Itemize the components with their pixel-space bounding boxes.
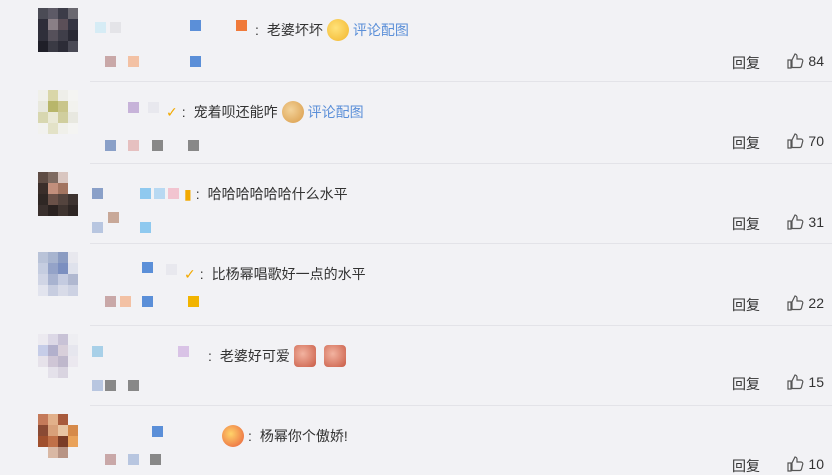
comment-text: 宠着呗还能咋 — [193, 104, 278, 120]
comment-6: : 杨幂你个傲娇! 回复 10 — [0, 406, 832, 475]
meta-mosaic — [142, 296, 153, 307]
comment-image-link[interactable]: 评论配图 — [353, 20, 409, 40]
like-count: 31 — [808, 214, 824, 230]
thumbs-up-icon — [787, 133, 804, 149]
verified-badge-icon: ▮ — [184, 185, 192, 202]
meta-mosaic — [128, 380, 139, 391]
avatar[interactable] — [38, 8, 78, 52]
like-count: 84 — [808, 53, 824, 69]
avatar[interactable] — [38, 414, 78, 458]
username-mosaic[interactable] — [148, 102, 159, 113]
username-mosaic[interactable] — [92, 346, 103, 357]
username-mosaic[interactable] — [142, 262, 153, 273]
crown-emoji-icon — [222, 425, 244, 447]
meta-mosaic — [92, 380, 103, 391]
comment-1: : 老婆坏坏 评论配图 回复 84 — [0, 0, 832, 82]
like-button[interactable]: 84 — [786, 52, 824, 70]
comment-5: : 老婆好可爱 回复 15 — [0, 326, 832, 406]
colon: : — [208, 348, 212, 364]
comment-text: 老婆坏坏 — [266, 22, 323, 38]
thumbs-up-icon — [787, 374, 804, 390]
reply-button[interactable]: 回复 — [732, 214, 760, 234]
avatar[interactable] — [38, 90, 78, 134]
username-mosaic[interactable] — [236, 20, 247, 31]
dog-emoji-icon — [281, 101, 304, 123]
meta-mosaic — [105, 380, 116, 391]
like-count: 15 — [808, 374, 824, 390]
avatar[interactable] — [38, 172, 78, 216]
username-mosaic[interactable] — [190, 20, 201, 31]
avatar[interactable] — [38, 252, 78, 296]
sticker-emoji-icon — [293, 345, 316, 367]
username-mosaic[interactable] — [140, 188, 151, 199]
thumbs-up-icon — [787, 456, 804, 472]
comment-2: ✓ : 宠着呗还能咋 评论配图 回复 70 — [0, 82, 832, 164]
username-mosaic[interactable] — [152, 426, 163, 437]
like-button[interactable]: 15 — [786, 373, 824, 391]
meta-mosaic — [105, 296, 116, 307]
reply-button[interactable]: 回复 — [732, 53, 760, 73]
colon: : — [255, 22, 259, 38]
username-mosaic[interactable] — [92, 188, 103, 199]
comment-4: ✓ : 比杨幂唱歌好一点的水平 回复 22 — [0, 244, 832, 326]
meta-mosaic — [150, 454, 161, 465]
meta-mosaic — [105, 454, 116, 465]
like-button[interactable]: 70 — [786, 132, 824, 150]
colon: : — [181, 104, 186, 120]
meta-mosaic — [128, 140, 139, 151]
meta-mosaic — [188, 296, 199, 307]
thumbs-up-icon — [787, 53, 804, 69]
colon: : — [248, 428, 252, 444]
meta-mosaic — [105, 56, 116, 67]
reply-button[interactable]: 回复 — [732, 456, 760, 475]
colon: : — [195, 186, 200, 202]
avatar[interactable] — [38, 334, 78, 378]
comment-text: 比杨幂唱歌好一点的水平 — [211, 266, 366, 282]
thumbs-up-icon — [787, 295, 804, 311]
comment-text: 老婆好可爱 — [219, 348, 290, 364]
comment-image-link[interactable]: 评论配图 — [308, 102, 364, 122]
like-count: 22 — [808, 295, 824, 311]
like-count: 10 — [808, 456, 824, 472]
meta-mosaic — [190, 56, 201, 67]
meta-mosaic — [128, 56, 139, 67]
username-mosaic[interactable] — [95, 22, 106, 33]
comment-text: 杨幂你个傲娇! — [259, 428, 348, 444]
meta-mosaic — [105, 140, 116, 151]
verified-badge-icon: ✓ — [166, 103, 178, 120]
username-mosaic[interactable] — [178, 346, 189, 357]
reply-button[interactable]: 回复 — [732, 133, 760, 153]
username-mosaic[interactable] — [166, 264, 177, 275]
username-mosaic[interactable] — [154, 188, 165, 199]
like-button[interactable]: 22 — [786, 294, 824, 312]
reply-button[interactable]: 回复 — [732, 374, 760, 394]
reply-button[interactable]: 回复 — [732, 295, 760, 315]
username-mosaic[interactable] — [110, 22, 121, 33]
username-mosaic[interactable] — [168, 188, 179, 199]
comment-3: ▮ : 哈哈哈哈哈哈什么水平 回复 31 — [0, 164, 832, 244]
smile-emoji-icon — [326, 19, 349, 41]
verified-badge-icon: ✓ — [184, 265, 196, 282]
like-count: 70 — [808, 133, 824, 149]
username-mosaic[interactable] — [128, 102, 139, 113]
meta-mosaic — [152, 140, 163, 151]
meta-mosaic — [108, 212, 119, 223]
like-button[interactable]: 10 — [786, 455, 824, 473]
meta-mosaic — [128, 454, 139, 465]
meta-mosaic — [120, 296, 131, 307]
sticker-emoji-icon — [323, 345, 346, 367]
thumbs-up-icon — [787, 214, 804, 230]
comment-text: 哈哈哈哈哈哈什么水平 — [207, 186, 348, 202]
like-button[interactable]: 31 — [786, 213, 824, 231]
meta-mosaic — [92, 222, 103, 233]
colon: : — [199, 266, 204, 282]
meta-mosaic — [188, 140, 199, 151]
meta-mosaic — [140, 222, 151, 233]
